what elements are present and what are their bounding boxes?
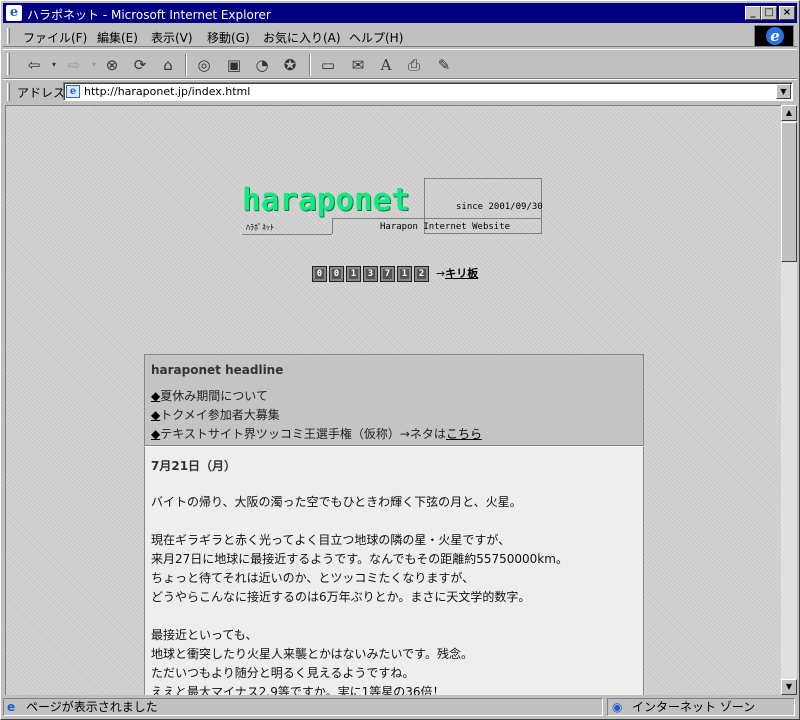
toolbar-grip	[7, 53, 10, 75]
diary-line: ええと最大マイナス2.9等ですか。実に1等星の36倍！	[151, 685, 445, 695]
page-icon: e	[66, 85, 80, 98]
logo-rule	[332, 218, 542, 219]
counter-digit: 0	[329, 266, 344, 282]
forward-icon[interactable]: ⇨	[63, 54, 85, 76]
diamond-icon: ◆	[151, 408, 161, 422]
menu-view[interactable]: 表示(V)	[151, 29, 193, 46]
edit-icon[interactable]: ✎	[433, 54, 455, 76]
diary-line: バイトの帰り、大阪の濁った空でもひときわ輝く下弦の月と、火星。	[151, 495, 522, 509]
back-dropdown-icon[interactable]: ▾	[43, 54, 65, 76]
address-bar: アドレス e ▼	[3, 79, 797, 103]
scroll-thumb[interactable]	[781, 122, 797, 262]
counter-digit: 7	[380, 266, 395, 282]
mail-icon[interactable]: ✉	[347, 54, 369, 76]
headline-item: ◆テキストサイト界ツッコミ王選手権（仮称）→ネタはこちら	[151, 425, 482, 442]
status-text-cell: e ページが表示されました	[3, 698, 603, 716]
zone-cell: ◉ インターネット ゾーン	[607, 698, 795, 716]
counter-digit: 1	[346, 266, 361, 282]
diary-line: 最接近といっても、	[151, 628, 258, 642]
scroll-up-button[interactable]: ▲	[781, 105, 797, 121]
logo-since: since 2001/09/30	[456, 202, 543, 212]
headline-item[interactable]: ◆トクメイ参加者大募集	[151, 406, 280, 423]
headline-item-text: トクメイ参加者大募集	[160, 408, 280, 422]
close-button[interactable]: ×	[779, 6, 795, 20]
headline-item-text: 夏休み期間について	[160, 389, 268, 403]
page-done-icon: e	[7, 700, 16, 714]
counter-digit: 0	[312, 266, 327, 282]
logo-text: haraponet	[242, 182, 410, 218]
logo-subtitle: Harapon Internet Website	[380, 222, 511, 232]
menu-help[interactable]: ヘルプ(H)	[349, 29, 403, 46]
minimize-button[interactable]: _	[745, 6, 761, 20]
ie-app-icon[interactable]: e	[6, 5, 22, 21]
kiriban-link[interactable]: キリ板	[445, 267, 478, 280]
menu-favorites[interactable]: お気に入り(A)	[263, 29, 341, 46]
diary-line: 現在ギラギラと赤く光ってよく目立つ地球の隣の星・火星ですが、	[151, 533, 511, 547]
window-title: ハラポネット - Microsoft Internet Explorer	[27, 8, 271, 22]
diary-line: 地球と衝突したり火星人来襲とかはないみたいです。残念。	[151, 647, 473, 661]
counter-digit: 1	[397, 266, 412, 282]
globe-icon: ◉	[612, 700, 623, 714]
menu-grip	[7, 28, 10, 44]
menu-bar: ファイル(F) 編集(E) 表示(V) 移動(G) お気に入り(A) ヘルプ(H…	[3, 25, 797, 47]
arrow-icon: →	[436, 267, 446, 280]
counter-digit: 3	[363, 266, 378, 282]
headline-item[interactable]: ◆夏休み期間について	[151, 387, 268, 404]
refresh-icon[interactable]: ⟳	[129, 54, 151, 76]
headline-title: haraponet headline	[151, 363, 284, 377]
address-dropdown-button[interactable]: ▼	[776, 84, 791, 99]
logo-rule	[332, 218, 333, 234]
scroll-down-button[interactable]: ▼	[781, 679, 797, 695]
headline-box: haraponet headline ◆夏休み期間について ◆トクメイ参加者大募…	[144, 354, 644, 446]
browser-window: e ハラポネット - Microsoft Internet Explorer _…	[0, 0, 800, 720]
zone-text: インターネット ゾーン	[632, 700, 756, 714]
channels-icon[interactable]: ✪	[279, 54, 301, 76]
address-grip	[7, 83, 10, 101]
vertical-scrollbar[interactable]: ▲ ▼	[781, 105, 797, 695]
diamond-icon: ◆	[151, 427, 161, 441]
print-icon[interactable]: ⎙	[403, 54, 425, 76]
toolbar-separator	[185, 54, 187, 76]
headline-item-text: テキストサイト界ツッコミ王選手権（仮称）→ネタは	[160, 427, 446, 441]
diamond-icon: ◆	[151, 389, 161, 403]
home-icon[interactable]: ⌂	[157, 54, 179, 76]
menu-file[interactable]: ファイル(F)	[23, 29, 87, 46]
maximize-button[interactable]: □	[761, 6, 777, 20]
kiriban-link-wrap: →キリ板	[436, 265, 478, 281]
diary-line: ちょっと待てそれは近いのか、とツッコミたくなりますが、	[151, 571, 475, 585]
favorites-icon[interactable]: ▣	[223, 54, 245, 76]
history-icon[interactable]: ◔	[251, 54, 273, 76]
access-counter: 0013712	[312, 265, 431, 283]
diary-entry: 7月21日（月） バイトの帰り、大阪の濁った空でもひときわ輝く下弦の月と、火星。…	[144, 446, 644, 695]
ie-throbber: e	[754, 25, 794, 47]
status-bar: e ページが表示されました ◉ インターネット ゾーン	[3, 697, 797, 717]
ie-logo-icon: e	[766, 27, 784, 45]
logo-rule	[242, 234, 332, 235]
logo-kana: ﾊﾗﾎﾟﾈｯﾄ	[246, 223, 274, 232]
diary-date: 7月21日（月）	[151, 459, 237, 473]
stop-icon[interactable]: ⊗	[101, 54, 123, 76]
address-field[interactable]: e ▼	[63, 82, 793, 101]
address-label: アドレス	[17, 86, 66, 100]
font-icon[interactable]: A	[375, 54, 397, 76]
diary-line: どうやらこんなに接近するのは6万年ぶりとか。まさに天文学的数字。	[151, 590, 531, 604]
status-text: ページが表示されました	[26, 700, 158, 714]
fullscreen-icon[interactable]: ▭	[317, 54, 339, 76]
search-icon[interactable]: ◎	[193, 54, 215, 76]
toolbar-separator	[309, 54, 311, 76]
site-logo[interactable]: haraponet since 2001/09/30 ﾊﾗﾎﾟﾈｯﾄ Harap…	[242, 178, 544, 236]
page-viewport: haraponet since 2001/09/30 ﾊﾗﾎﾟﾈｯﾄ Harap…	[5, 105, 781, 695]
diary-line: ただいつもより随分と明るく見えるようですね。	[151, 666, 415, 680]
standard-toolbar: ⇦ ▾ ⇨ ▾ ⊗ ⟳ ⌂ ◎ ▣ ◔ ✪ ▭ ✉ A ⎙ ✎	[3, 49, 797, 79]
back-icon[interactable]: ⇦	[23, 54, 45, 76]
address-input[interactable]	[84, 84, 764, 99]
title-bar: e ハラポネット - Microsoft Internet Explorer _…	[3, 3, 797, 23]
neta-link[interactable]: こちら	[446, 427, 482, 441]
menu-edit[interactable]: 編集(E)	[97, 29, 138, 46]
counter-digit: 2	[414, 266, 429, 282]
diary-line: 来月27日に地球に最接近するようです。なんでもその距離約55750000km。	[151, 552, 568, 566]
menu-go[interactable]: 移動(G)	[207, 29, 250, 46]
